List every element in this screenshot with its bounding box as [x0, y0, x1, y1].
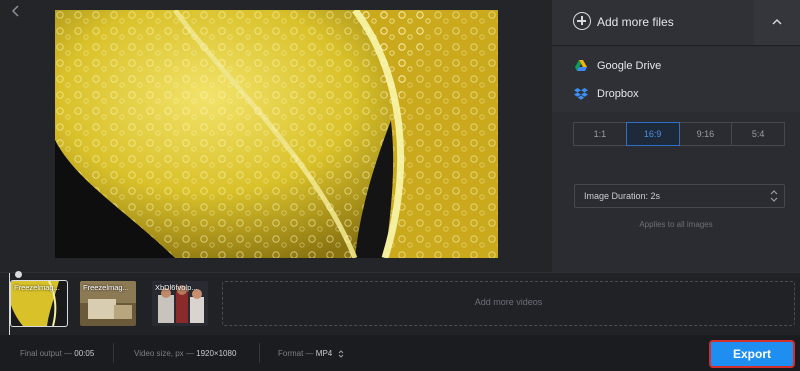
- video-preview: [55, 10, 498, 258]
- timeline: Freezelmag... Freezelmag... XbDl6fvolp..…: [0, 271, 800, 335]
- playhead-handle[interactable]: [15, 271, 22, 278]
- ratio-1-1-button[interactable]: 1:1: [573, 122, 627, 146]
- playhead[interactable]: [9, 271, 22, 335]
- export-button[interactable]: Export: [709, 340, 795, 368]
- timeline-clip[interactable]: Freezelmag...: [10, 280, 68, 327]
- select-arrows-icon: [339, 350, 344, 358]
- divider: [113, 343, 114, 363]
- add-more-files-button[interactable]: Add more files: [552, 0, 800, 46]
- image-duration-value: Image Duration: 2s: [584, 191, 661, 201]
- video-size-value: 1920×1080: [196, 349, 237, 358]
- format-select[interactable]: Format — MP4: [278, 349, 344, 359]
- ratio-5-4-button[interactable]: 5:4: [731, 122, 785, 146]
- applies-note: Applies to all images: [639, 220, 713, 229]
- plus-circle-icon: [573, 12, 591, 30]
- clip-label: XbDl6fvolp...: [155, 283, 198, 292]
- divider: [259, 343, 260, 363]
- format-value: MP4: [315, 349, 333, 359]
- select-arrows-icon: [770, 189, 778, 203]
- final-output-value: 00:05: [74, 349, 95, 358]
- video-size-label: Video size, px —: [134, 349, 194, 358]
- collapse-chevron-button[interactable]: [754, 0, 800, 45]
- dropbox-option[interactable]: Dropbox: [552, 81, 800, 109]
- timeline-clip[interactable]: XbDl6fvolp...: [152, 281, 208, 326]
- settings-panel: Add more files Google Drive Dropbox 1:1 …: [552, 0, 800, 272]
- aspect-ratio-selector: 1:1 16:9 9:16 5:4: [573, 122, 785, 146]
- ratio-9-16-button[interactable]: 9:16: [678, 122, 733, 146]
- add-more-videos-dropzone[interactable]: Add more videos: [222, 281, 795, 326]
- clip-label: Freezelmag...: [14, 283, 60, 292]
- video-size-stat: Video size, px — 1920×1080: [134, 349, 236, 358]
- format-label: Format —: [278, 349, 314, 359]
- ratio-16-9-button[interactable]: 16:9: [625, 122, 680, 146]
- add-videos-label: Add more videos: [474, 297, 543, 307]
- dropbox-label: Dropbox: [597, 88, 639, 100]
- google-drive-option[interactable]: Google Drive: [552, 53, 800, 81]
- final-output-label: Final output —: [20, 349, 73, 358]
- source-dropdown: Google Drive Dropbox: [552, 47, 800, 112]
- clip-label: Freezelmag...: [83, 283, 129, 292]
- dropbox-icon: [574, 87, 588, 101]
- google-drive-icon: [574, 59, 588, 73]
- back-chevron-icon[interactable]: [9, 4, 23, 18]
- image-duration-select[interactable]: Image Duration: 2s: [574, 184, 785, 208]
- bottom-bar: Final output — 00:05 Video size, px — 19…: [0, 335, 800, 371]
- timeline-clip[interactable]: Freezelmag...: [80, 281, 136, 326]
- chevron-up-icon: [772, 19, 782, 25]
- final-output-stat: Final output — 00:05: [20, 349, 94, 358]
- google-drive-label: Google Drive: [597, 60, 662, 72]
- add-files-label: Add more files: [597, 15, 674, 29]
